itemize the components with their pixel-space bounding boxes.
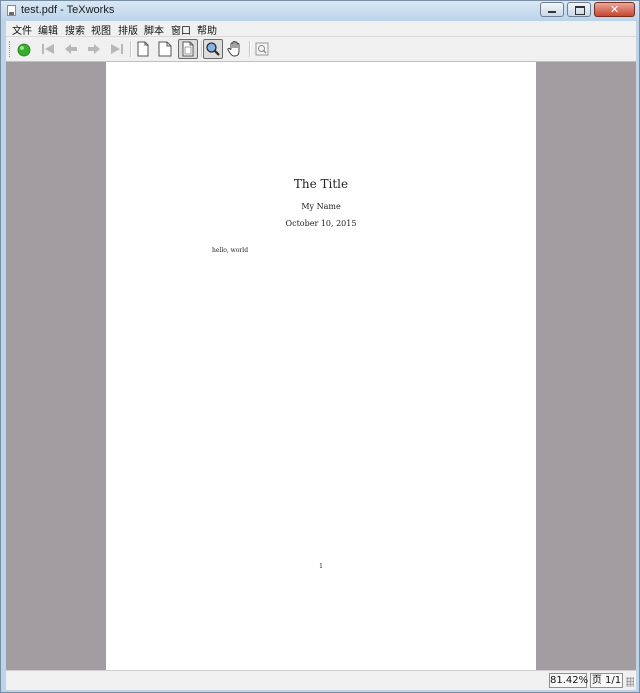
previous-page-button[interactable] — [61, 39, 81, 59]
find-button[interactable] — [252, 39, 272, 59]
next-page-button[interactable] — [84, 39, 104, 59]
fit-window-page-icon — [182, 41, 194, 57]
close-button[interactable] — [594, 2, 635, 17]
document-author: My Name — [301, 202, 341, 211]
typeset-green-circle-icon — [17, 43, 31, 57]
fit-width-page-icon — [158, 41, 172, 57]
previous-page-icon — [65, 44, 77, 54]
maximize-button[interactable] — [567, 2, 591, 17]
menu-help[interactable]: 帮助 — [197, 22, 217, 37]
fit-width-button[interactable] — [155, 39, 175, 59]
magnify-tool-button[interactable] — [203, 39, 223, 59]
toolbar — [6, 37, 636, 62]
document-date: October 10, 2015 — [285, 219, 357, 228]
last-page-button[interactable] — [107, 39, 127, 59]
magnify-tool-icon — [206, 42, 220, 56]
first-page-icon — [42, 44, 54, 54]
document-page-number: 1 — [319, 563, 323, 570]
actual-size-page-icon — [137, 41, 149, 57]
fit-window-button[interactable] — [178, 39, 198, 59]
window-title: test.pdf - TeXworks — [21, 4, 115, 16]
menu-edit[interactable]: 编辑 — [38, 22, 58, 37]
document-body-text: hello, world — [212, 247, 249, 254]
minimize-button[interactable] — [540, 2, 564, 17]
typeset-button[interactable] — [14, 39, 34, 59]
menu-view[interactable]: 视图 — [91, 22, 111, 37]
pan-hand-tool-icon — [227, 41, 240, 57]
menu-scripts[interactable]: 脚本 — [144, 22, 164, 37]
toolbar-separator — [130, 41, 132, 57]
pdf-viewport[interactable]: The Title My Name October 10, 2015 hello… — [6, 62, 636, 670]
find-icon — [255, 42, 269, 56]
title-bar[interactable]: test.pdf - TeXworks — [1, 1, 639, 21]
pan-tool-button[interactable] — [225, 39, 245, 59]
pdf-document-icon — [7, 5, 16, 16]
pdf-page[interactable]: The Title My Name October 10, 2015 hello… — [106, 62, 536, 670]
app-window: test.pdf - TeXworks 文件 编辑 搜索 视图 排版 脚本 窗口… — [0, 0, 640, 693]
menu-bar: 文件 编辑 搜索 视图 排版 脚本 窗口 帮助 — [6, 21, 636, 37]
page-indicator[interactable]: 页 1/1 — [590, 673, 623, 688]
resize-grip[interactable] — [626, 677, 634, 687]
next-page-icon — [88, 44, 100, 54]
last-page-icon — [111, 44, 123, 54]
menu-window[interactable]: 窗口 — [171, 22, 191, 37]
document-title: The Title — [293, 177, 349, 191]
toolbar-separator — [249, 41, 251, 57]
menu-typeset[interactable]: 排版 — [118, 22, 138, 37]
menu-search[interactable]: 搜索 — [65, 22, 85, 37]
zoom-level-indicator[interactable]: 81.42% — [549, 673, 588, 688]
actual-size-button[interactable] — [133, 39, 153, 59]
first-page-button[interactable] — [38, 39, 58, 59]
menu-file[interactable]: 文件 — [12, 22, 32, 37]
status-bar: 81.42% 页 1/1 — [6, 670, 636, 690]
toolbar-grip[interactable] — [9, 41, 12, 57]
